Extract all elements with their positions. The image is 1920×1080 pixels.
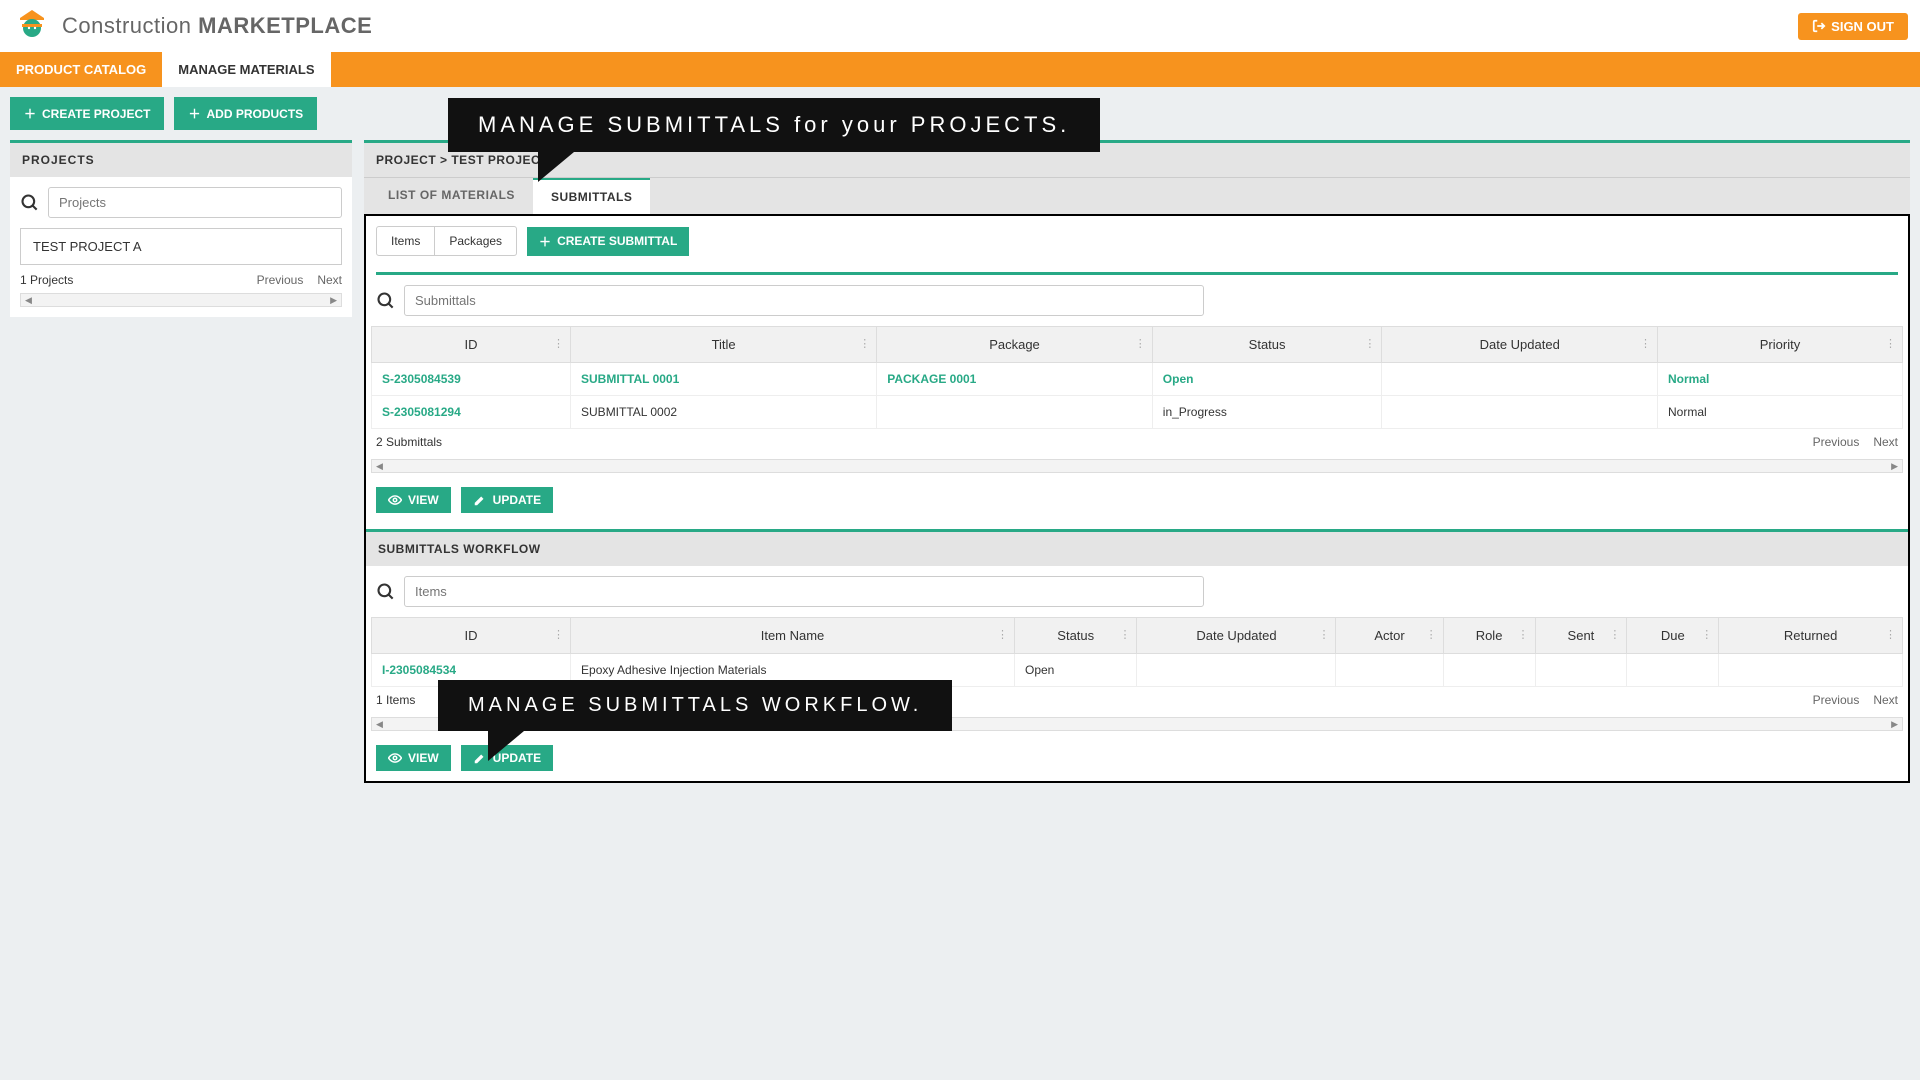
tab-submittals[interactable]: SUBMITTALS: [533, 178, 650, 214]
table-row[interactable]: S-2305084539SUBMITTAL 0001PACKAGE 0001Op…: [372, 363, 1903, 396]
search-icon: [376, 291, 396, 311]
plus-icon: ＋: [24, 105, 36, 122]
projects-previous[interactable]: Previous: [257, 273, 304, 287]
horizontal-scrollbar[interactable]: ◀▶: [20, 293, 342, 307]
projects-panel-title: PROJECTS: [10, 143, 352, 177]
view-toggle: Items Packages: [376, 226, 517, 256]
tab-list-of-materials[interactable]: LIST OF MATERIALS: [370, 178, 533, 214]
eye-icon: [388, 751, 402, 765]
callout-manage-submittals: MANAGE SUBMITTALS for your PROJECTS.: [448, 98, 1100, 152]
add-products-button[interactable]: ＋ ADD PRODUCTS: [174, 97, 317, 130]
col-id[interactable]: ID: [372, 327, 571, 363]
projects-panel: PROJECTS TEST PROJECT A 1 Projects Previ…: [10, 140, 352, 317]
workflow-table: ID Item Name Status Date Updated Actor R…: [371, 617, 1903, 687]
submittals-count: 2 Submittals: [376, 435, 1799, 449]
search-icon: [20, 193, 40, 213]
col-sent[interactable]: Sent: [1535, 618, 1627, 654]
toggle-items[interactable]: Items: [376, 226, 435, 256]
project-item[interactable]: TEST PROJECT A: [20, 228, 342, 265]
workflow-section-title: SUBMITTALS WORKFLOW: [366, 529, 1908, 566]
submittals-next[interactable]: Next: [1873, 435, 1898, 449]
col-role[interactable]: Role: [1443, 618, 1535, 654]
pencil-icon: [473, 493, 487, 507]
projects-search-input[interactable]: [48, 187, 342, 218]
col-package[interactable]: Package: [877, 327, 1153, 363]
main-nav: PRODUCT CATALOG MANAGE MATERIALS: [0, 52, 1920, 87]
projects-count: 1 Projects: [20, 273, 243, 287]
horizontal-scrollbar[interactable]: ◀▶: [371, 459, 1903, 473]
submittals-table: ID Title Package Status Date Updated Pri…: [371, 326, 1903, 429]
items-search-input[interactable]: [404, 576, 1204, 607]
callout-workflow: MANAGE SUBMITTALS WORKFLOW.: [438, 680, 952, 731]
logo-icon: [12, 6, 52, 46]
signout-icon: [1812, 19, 1826, 33]
view-button[interactable]: VIEW: [376, 487, 451, 513]
search-icon: [376, 582, 396, 602]
col-title[interactable]: Title: [571, 327, 877, 363]
workflow-previous[interactable]: Previous: [1813, 693, 1860, 707]
col-date-updated[interactable]: Date Updated: [1382, 327, 1658, 363]
create-project-button[interactable]: ＋ CREATE PROJECT: [10, 97, 164, 130]
view-button[interactable]: VIEW: [376, 745, 451, 771]
update-button[interactable]: UPDATE: [461, 487, 553, 513]
plus-icon: ＋: [539, 233, 551, 250]
create-submittal-button[interactable]: ＋ CREATE SUBMITTAL: [527, 227, 689, 256]
col-actor[interactable]: Actor: [1336, 618, 1443, 654]
app-header: Construction MARKETPLACE SIGN OUT: [0, 0, 1920, 52]
col-status[interactable]: Status: [1015, 618, 1137, 654]
workflow-next[interactable]: Next: [1873, 693, 1898, 707]
signout-button[interactable]: SIGN OUT: [1798, 13, 1908, 40]
submittals-previous[interactable]: Previous: [1813, 435, 1860, 449]
col-returned[interactable]: Returned: [1719, 618, 1903, 654]
pencil-icon: [473, 751, 487, 765]
col-status[interactable]: Status: [1152, 327, 1382, 363]
col-item-name[interactable]: Item Name: [571, 618, 1015, 654]
col-due[interactable]: Due: [1627, 618, 1719, 654]
col-priority[interactable]: Priority: [1658, 327, 1903, 363]
plus-icon: ＋: [188, 105, 200, 122]
brand-title: Construction MARKETPLACE: [62, 13, 372, 39]
table-row[interactable]: S-2305081294SUBMITTAL 0002in_ProgressNor…: [372, 396, 1903, 429]
projects-next[interactable]: Next: [317, 273, 342, 287]
nav-manage-materials[interactable]: MANAGE MATERIALS: [162, 52, 330, 87]
col-id[interactable]: ID: [372, 618, 571, 654]
submittals-search-input[interactable]: [404, 285, 1204, 316]
toggle-packages[interactable]: Packages: [435, 226, 517, 256]
eye-icon: [388, 493, 402, 507]
nav-product-catalog[interactable]: PRODUCT CATALOG: [0, 52, 162, 87]
col-date-updated[interactable]: Date Updated: [1137, 618, 1336, 654]
